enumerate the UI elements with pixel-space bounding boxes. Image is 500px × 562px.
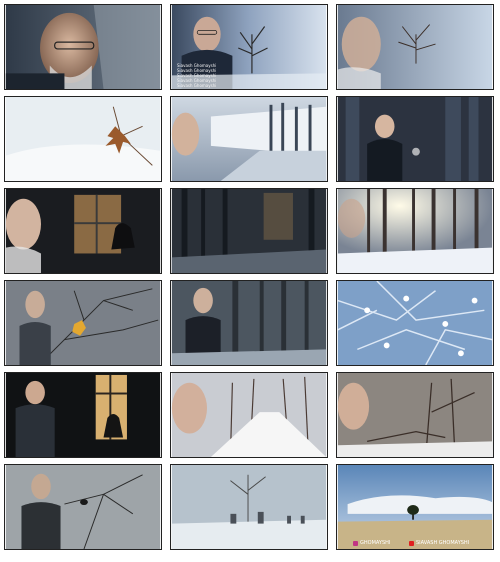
photo-man-bare-tree — [337, 5, 493, 89]
photo-man-window-silhouette — [5, 189, 161, 273]
photo-man-forest-vest — [337, 97, 493, 181]
photo-man-branches — [5, 281, 161, 365]
photo-man-snowy-forest — [171, 97, 327, 181]
photo-sunlit-forest — [337, 189, 493, 273]
photo-man-closeup — [5, 5, 161, 89]
youtube-icon — [409, 540, 414, 546]
thumbnail-man-fallen-branches[interactable] — [336, 372, 494, 458]
photo-man-fallen-branches — [337, 373, 493, 457]
thumbnail-man-bird-branch[interactable] — [4, 464, 162, 550]
photo-forest-window — [171, 189, 327, 273]
overlay-line: Siavash Ghomayshi — [177, 83, 217, 88]
thumbnail-snow-leaf[interactable] — [4, 96, 162, 182]
photo-frosted-branches — [337, 281, 493, 365]
photo-lone-tree-field — [337, 465, 493, 549]
photo-man-dark-window — [5, 373, 161, 457]
thumbnail-man-dark-window[interactable] — [4, 372, 162, 458]
thumbnail-man-winter-tree[interactable]: Siavash Ghomayshi Siavash Ghomayshi Siav… — [170, 4, 328, 90]
thumbnail-man-bare-tree[interactable] — [336, 4, 494, 90]
thumbnail-man-misty-forest[interactable] — [170, 280, 328, 366]
credit-label: GHOMAYSHI — [360, 540, 391, 546]
overlay-text-block: Siavash Ghomayshi Siavash Ghomayshi Siav… — [177, 63, 216, 88]
photo-man-snowy-path — [171, 373, 327, 457]
thumbnail-man-snowy-forest[interactable] — [170, 96, 328, 182]
instagram-icon — [353, 540, 358, 546]
photo-man-bird-branch — [5, 465, 161, 549]
credit-instagram: GHOMAYSHI — [353, 540, 390, 546]
thumbnail-man-snowy-path[interactable] — [170, 372, 328, 458]
thumbnail-snowy-graveyard[interactable] — [170, 464, 328, 550]
photo-snowy-graveyard — [171, 465, 327, 549]
photo-snow-leaf — [5, 97, 161, 181]
thumbnail-lone-tree-field[interactable]: GHOMAYSHI SIAVASH GHOMAYSHI — [336, 464, 494, 550]
thumbnail-forest-window[interactable] — [170, 188, 328, 274]
thumbnail-man-window-silhouette[interactable] — [4, 188, 162, 274]
credit-label: SIAVASH GHOMAYSHI — [416, 540, 470, 546]
thumbnail-sunlit-forest[interactable] — [336, 188, 494, 274]
thumbnail-man-forest-vest[interactable] — [336, 96, 494, 182]
credit-youtube: SIAVASH GHOMAYSHI — [409, 540, 469, 546]
thumbnail-man-branches[interactable] — [4, 280, 162, 366]
thumbnail-grid: Siavash Ghomayshi Siavash Ghomayshi Siav… — [0, 0, 500, 562]
photo-man-misty-forest — [171, 281, 327, 365]
thumbnail-frosted-branches[interactable] — [336, 280, 494, 366]
thumbnail-man-closeup[interactable] — [4, 4, 162, 90]
